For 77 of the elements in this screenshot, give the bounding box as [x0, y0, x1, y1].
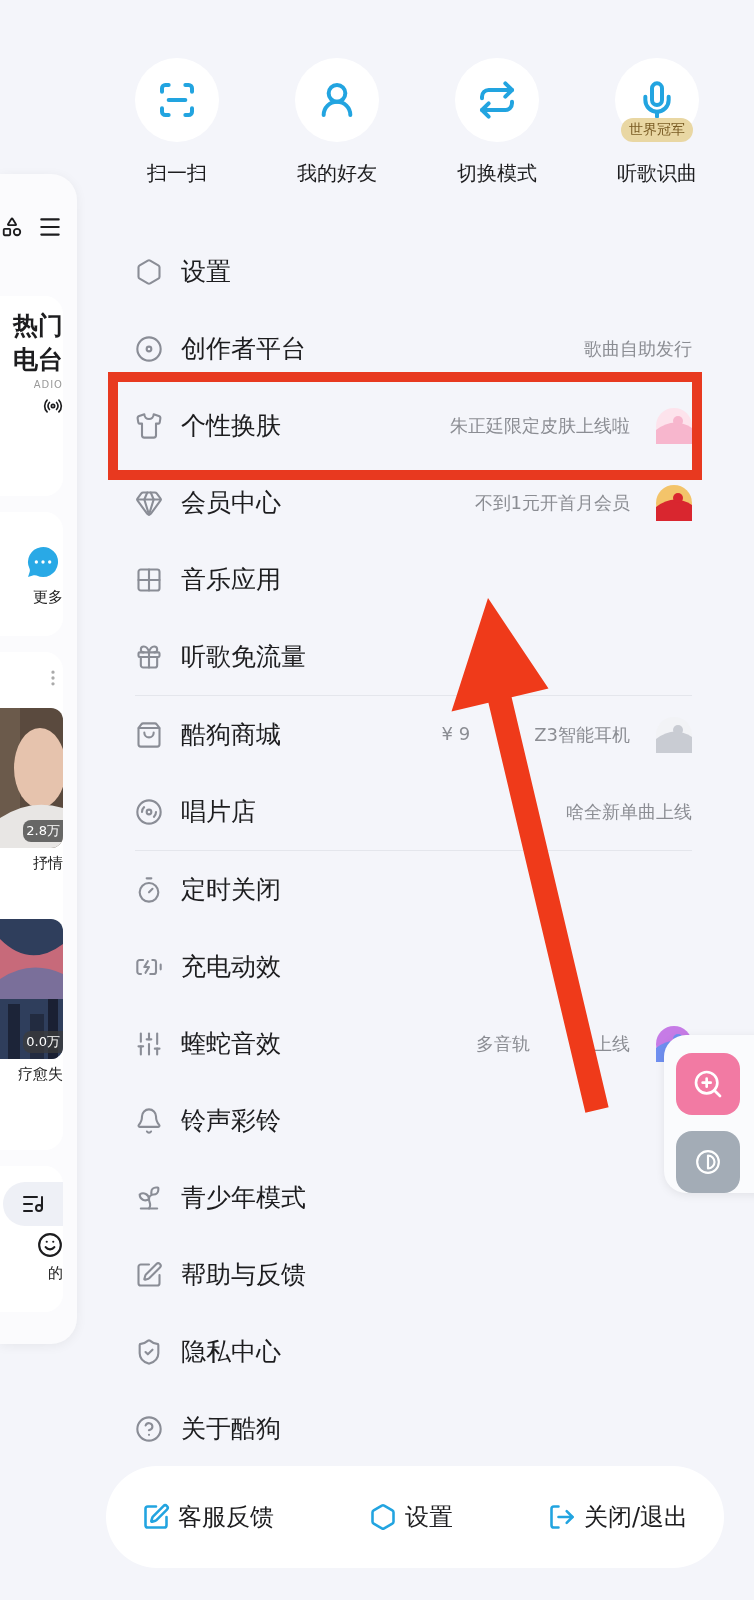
- quick-action-label[interactable]: 听歌识曲: [617, 160, 697, 187]
- bell-icon: [135, 1106, 163, 1135]
- menu-label: 蝰蛇音效: [181, 1028, 282, 1060]
- menu-subtitle: 歌曲自助发行: [584, 336, 692, 361]
- menu-label: 听歌免流量: [181, 641, 307, 673]
- feedback-icon: [142, 1503, 170, 1531]
- menu-label: 帮助与反馈: [181, 1259, 307, 1291]
- smile-icon[interactable]: [37, 1232, 63, 1258]
- menu-label: 关于酷狗: [181, 1413, 282, 1445]
- menu-item[interactable]: 会员中心 不到1元开首月会员: [135, 464, 692, 541]
- quick-action-label[interactable]: 我的好友: [297, 160, 377, 187]
- menu-item[interactable]: 个性换肤 朱正廷限定皮肤上线啦: [135, 387, 692, 464]
- menu-label: 酷狗商城: [181, 719, 282, 751]
- shapes-icon[interactable]: [1, 216, 23, 238]
- more-label[interactable]: 更多: [33, 587, 63, 607]
- scan-icon: [157, 80, 197, 120]
- menu-label: 音乐应用: [181, 564, 282, 596]
- bag-icon: [135, 720, 163, 749]
- menu-subtitle: 不到1元开首月会员: [474, 490, 630, 515]
- menu-subtitle: 上线: [594, 1031, 630, 1056]
- radio-title: 热门: [13, 312, 63, 340]
- badge: 世界冠军: [621, 118, 693, 142]
- switch-icon: [477, 80, 517, 120]
- menu-label: 会员中心: [181, 487, 282, 519]
- radio-title: 电台: [13, 345, 63, 373]
- menu-item[interactable]: 帮助与反馈: [135, 1236, 692, 1313]
- menu-item[interactable]: 设置: [135, 233, 692, 310]
- shirt-icon: [135, 411, 163, 440]
- menu-item[interactable]: 定时关闭: [135, 851, 692, 928]
- menu-subtitle: 啥全新单曲上线: [566, 799, 692, 824]
- menu-subtitle: 多音轨: [476, 1031, 530, 1056]
- menu-item[interactable]: 音乐应用: [135, 541, 692, 618]
- menu-label: 铃声彩铃: [181, 1105, 282, 1137]
- zoom-in-icon: [692, 1068, 724, 1100]
- play-count: 0.0万: [23, 1031, 63, 1053]
- playlist-title[interactable]: 抒情: [33, 854, 63, 873]
- contrast-icon: [695, 1149, 721, 1175]
- menu-subtitle: 朱正廷限定皮肤上线啦: [450, 413, 630, 438]
- menu-subtitle: ¥ 9: [441, 722, 471, 746]
- bottom-action-button[interactable]: 客服反馈: [142, 1501, 274, 1533]
- menu-label: 个性换肤: [181, 410, 282, 442]
- menu-label: 青少年模式: [181, 1182, 307, 1214]
- menu-item[interactable]: 充电动效: [135, 928, 692, 1005]
- menu-item[interactable]: 创作者平台 歌曲自助发行: [135, 310, 692, 387]
- bottom-action-button[interactable]: 设置: [368, 1501, 453, 1533]
- quick-action-label[interactable]: 扫一扫: [147, 160, 207, 187]
- menu-label: 定时关闭: [181, 874, 282, 906]
- menu-label: 唱片店: [181, 796, 257, 828]
- disc-icon: [135, 334, 163, 363]
- quick-action-label[interactable]: 切换模式: [457, 160, 537, 187]
- exit-icon: [547, 1503, 576, 1531]
- bottom-action-button[interactable]: 关闭/退出: [547, 1501, 688, 1533]
- hexagon-icon: [135, 257, 163, 286]
- menu-item[interactable]: 青少年模式: [135, 1159, 692, 1236]
- menu-item[interactable]: 关于酷狗: [135, 1390, 692, 1467]
- playlist-title[interactable]: 疗愈失: [18, 1065, 63, 1084]
- menu-label: 设置: [181, 256, 232, 288]
- radio-icon[interactable]: [43, 396, 63, 416]
- quick-action-button[interactable]: 世界冠军: [615, 58, 699, 142]
- menu-item[interactable]: 唱片店 啥全新单曲上线: [135, 773, 692, 850]
- play-count: 2.8万: [23, 820, 63, 842]
- menu-label: 隐私中心: [181, 1336, 282, 1368]
- settings-icon: [368, 1503, 397, 1531]
- gift-icon: [135, 642, 163, 671]
- note-icon: [135, 1260, 163, 1289]
- menu-label: 创作者平台: [181, 333, 307, 365]
- radio-subtitle: ADIO: [33, 379, 63, 390]
- nav-label[interactable]: 的: [48, 1264, 63, 1283]
- menu-item[interactable]: 隐私中心: [135, 1313, 692, 1390]
- gem-icon: [135, 488, 163, 517]
- zoom-button[interactable]: [676, 1053, 740, 1115]
- grid-icon: [135, 565, 163, 594]
- menu-subtitle: Z3智能耳机: [534, 722, 630, 747]
- menu-label: 充电动效: [181, 951, 282, 983]
- disc-icon: [135, 797, 163, 826]
- menu-item[interactable]: 听歌免流量: [135, 618, 692, 695]
- contrast-button[interactable]: [676, 1131, 740, 1193]
